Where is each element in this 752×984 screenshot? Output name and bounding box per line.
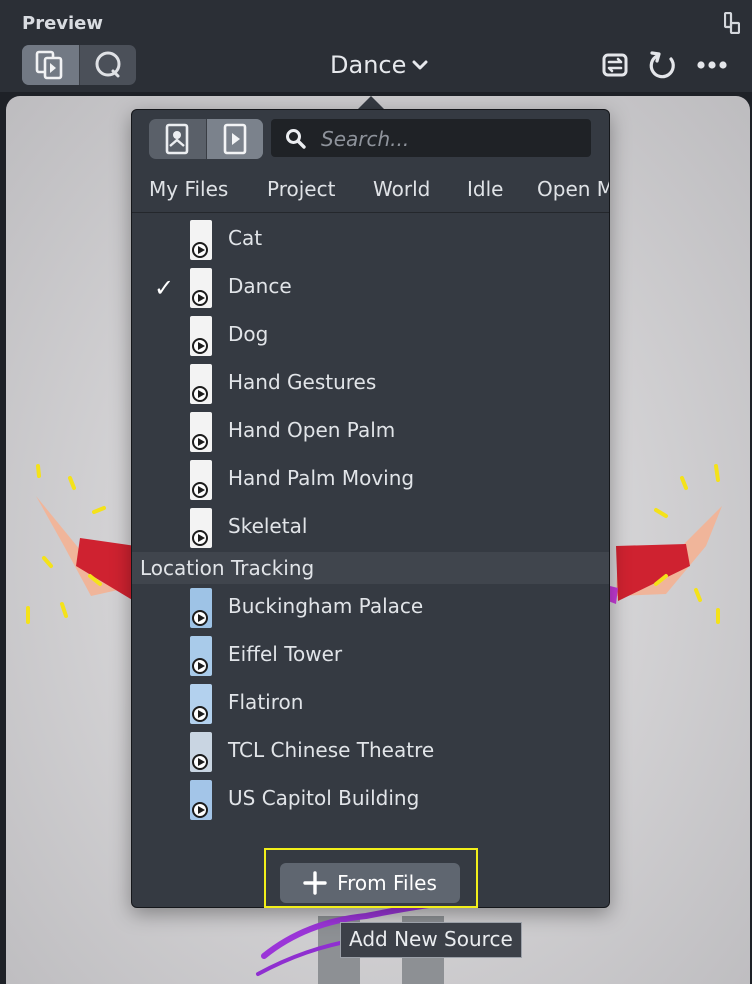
chevron-down-icon xyxy=(412,60,428,70)
switch-camera-icon xyxy=(602,53,628,77)
section-header-label: Location Tracking xyxy=(140,556,315,580)
list-item[interactable]: US Capitol Building xyxy=(132,776,609,824)
play-icon xyxy=(192,290,208,306)
play-icon xyxy=(192,338,208,354)
video-sources-button[interactable] xyxy=(205,119,263,159)
video-icon xyxy=(223,123,247,155)
list-item-label: Skeletal xyxy=(228,514,308,538)
panel-title: Preview xyxy=(22,13,104,34)
tab-open-mouth[interactable]: Open M xyxy=(537,177,609,201)
video-thumbnail xyxy=(190,412,212,452)
video-thumbnail xyxy=(190,732,212,772)
popover-arrow xyxy=(357,96,385,110)
play-icon xyxy=(192,706,208,722)
list-item-label: Hand Open Palm xyxy=(228,418,396,442)
video-thumbnail xyxy=(190,508,212,548)
play-icon xyxy=(192,610,208,626)
video-thumbnail xyxy=(190,460,212,500)
list-item-label: US Capitol Building xyxy=(228,786,420,810)
list-item-label: Dance xyxy=(228,274,292,298)
list-item[interactable]: Buckingham Palace xyxy=(132,584,609,632)
tooltip: Add New Source xyxy=(340,922,522,958)
source-category-tabs: My Files Project World Idle Open M xyxy=(132,168,609,213)
list-item[interactable]: Cat xyxy=(132,216,609,264)
image-icon xyxy=(165,123,189,155)
list-item-label: Hand Gestures xyxy=(228,370,377,394)
video-thumbnail xyxy=(190,268,212,308)
play-icon xyxy=(192,386,208,402)
list-item-label: Dog xyxy=(228,322,269,346)
tab-world[interactable]: World xyxy=(373,177,430,201)
list-item-label: Buckingham Palace xyxy=(228,594,424,618)
more-icon xyxy=(697,61,727,69)
play-icon xyxy=(192,530,208,546)
lens-icon xyxy=(95,51,121,78)
list-item[interactable]: Skeletal xyxy=(132,504,609,552)
list-item-label: Hand Palm Moving xyxy=(228,466,415,490)
list-item[interactable]: Dog xyxy=(132,312,609,360)
source-dropdown[interactable]: Dance xyxy=(330,50,428,80)
tab-project[interactable]: Project xyxy=(267,177,335,201)
search-icon xyxy=(286,129,306,149)
play-icon xyxy=(192,242,208,258)
video-thumbnail xyxy=(190,364,212,404)
list-item[interactable]: Hand Palm Moving xyxy=(132,456,609,504)
live-preview-button[interactable] xyxy=(78,45,137,85)
refresh-icon xyxy=(649,51,675,79)
video-thumbnail xyxy=(190,780,212,820)
preview-toolbar: Preview Dance xyxy=(0,0,752,92)
image-sources-button[interactable] xyxy=(149,119,206,159)
list-item-label: Flatiron xyxy=(228,690,304,714)
selected-source-label: Dance xyxy=(330,51,407,79)
search-field xyxy=(271,119,591,159)
list-item[interactable]: ✓ Dance xyxy=(132,264,609,312)
checkmark-icon: ✓ xyxy=(154,274,175,302)
video-thumbnail xyxy=(190,636,212,676)
play-icon xyxy=(192,754,208,770)
from-files-label: From Files xyxy=(337,871,437,895)
play-icon xyxy=(192,802,208,818)
tab-idle[interactable]: Idle xyxy=(467,177,503,201)
video-thumbnail xyxy=(190,684,212,724)
list-item-label: Eiffel Tower xyxy=(228,642,343,666)
list-item[interactable]: Hand Open Palm xyxy=(132,408,609,456)
play-icon xyxy=(192,658,208,674)
play-icon xyxy=(192,434,208,450)
more-options-button[interactable] xyxy=(695,48,729,82)
plus-icon xyxy=(303,871,327,895)
video-thumbnail xyxy=(190,316,212,356)
list-item-label: TCL Chinese Theatre xyxy=(228,738,435,762)
section-header: Location Tracking xyxy=(132,552,609,584)
list-item-label: Cat xyxy=(228,226,263,250)
add-from-files-button[interactable]: From Files xyxy=(280,863,460,903)
media-source-icon xyxy=(35,50,63,80)
list-item[interactable]: Flatiron xyxy=(132,680,609,728)
play-icon xyxy=(192,482,208,498)
media-preview-button[interactable] xyxy=(22,45,79,85)
list-item[interactable]: TCL Chinese Theatre xyxy=(132,728,609,776)
preview-mode-toggle xyxy=(22,45,136,85)
source-picker-popover: My Files Project World Idle Open M Cat ✓… xyxy=(131,109,610,908)
media-type-toggle xyxy=(149,119,263,159)
video-thumbnail xyxy=(190,220,212,260)
list-item[interactable]: Eiffel Tower xyxy=(132,632,609,680)
switch-camera-button[interactable] xyxy=(598,48,632,82)
search-input[interactable] xyxy=(319,119,583,159)
tab-my-files[interactable]: My Files xyxy=(149,177,228,201)
pin-icon[interactable] xyxy=(724,12,740,34)
list-item[interactable]: Hand Gestures xyxy=(132,360,609,408)
reset-preview-button[interactable] xyxy=(646,48,680,82)
video-thumbnail xyxy=(190,588,212,628)
